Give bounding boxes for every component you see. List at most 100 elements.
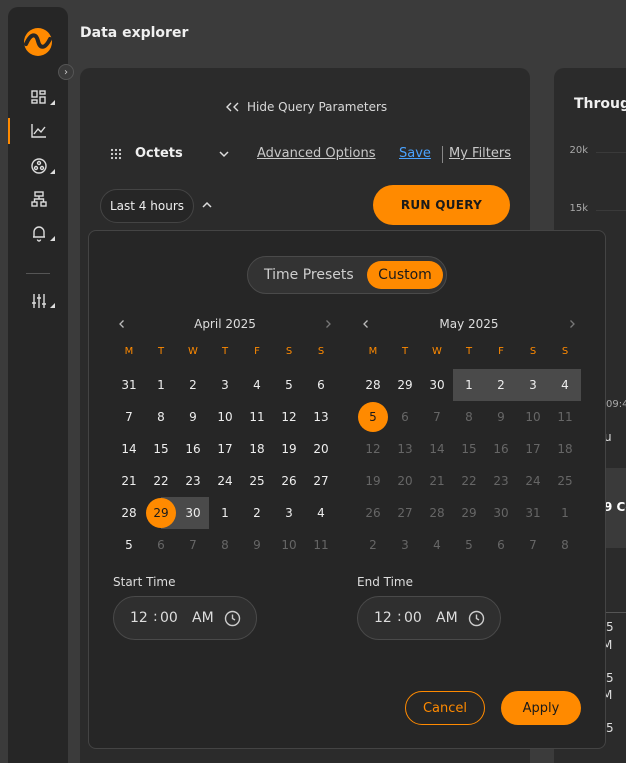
chart-icon[interactable] <box>30 122 48 140</box>
sliders-icon[interactable] <box>30 292 48 310</box>
calendar-day[interactable]: 22 <box>145 465 177 497</box>
calendar-day[interactable]: 31 <box>113 369 145 401</box>
end-time-input[interactable]: 12 : 00 AM <box>357 596 501 640</box>
calendar-day[interactable]: 3 <box>517 369 549 401</box>
double-chevron-left-icon <box>226 102 239 112</box>
calendar-day[interactable]: 4 <box>549 369 581 401</box>
calendar-day[interactable]: 21 <box>113 465 145 497</box>
calendar-day[interactable]: 25 <box>241 465 273 497</box>
calendar-day[interactable]: 15 <box>145 433 177 465</box>
calendar-day[interactable]: 4 <box>305 497 337 529</box>
calendar-day[interactable]: 5 <box>273 369 305 401</box>
calendar-day[interactable]: 5 <box>113 529 145 561</box>
apply-button[interactable]: Apply <box>501 691 581 725</box>
calendar-day-number: 25 <box>557 474 573 488</box>
y-tick: 15k <box>569 203 588 214</box>
tab-time-presets[interactable]: Time Presets <box>264 267 354 283</box>
run-query-button[interactable]: RUN QUERY <box>373 185 510 225</box>
calendar-day[interactable]: 1 <box>209 497 241 529</box>
metric-select[interactable]: Octets <box>135 146 183 161</box>
calendar-days: 28 29 30 1 2 3 4 5 6 7 8 9 10 11 12 13 14 15 16 17 18 19 20 21 2… <box>357 369 581 561</box>
calendar-day[interactable]: 2 <box>241 497 273 529</box>
end-hour[interactable]: 12 <box>374 610 392 626</box>
network-icon[interactable] <box>30 157 48 175</box>
calendar-day-number: 14 <box>121 442 137 456</box>
start-hour[interactable]: 12 <box>130 610 148 626</box>
time-range-button[interactable]: Last 4 hours <box>100 189 194 223</box>
calendar-day[interactable]: 8 <box>145 401 177 433</box>
calendar-day[interactable]: 17 <box>209 433 241 465</box>
calendar-day[interactable]: 5 <box>357 401 389 433</box>
advanced-options-link[interactable]: Advanced Options <box>257 146 376 161</box>
chevron-right-icon[interactable] <box>567 319 577 329</box>
calendar-day-number: 8 <box>561 538 569 552</box>
my-filters-link[interactable]: My Filters <box>449 146 511 161</box>
calendar-day[interactable]: 4 <box>241 369 273 401</box>
calendar-day[interactable]: 23 <box>177 465 209 497</box>
calendar-day[interactable]: 3 <box>209 369 241 401</box>
throughput-title: Throughput <box>574 96 626 112</box>
calendar-day[interactable]: 26 <box>273 465 305 497</box>
sidebar-collapse-button[interactable]: › <box>58 64 74 80</box>
hide-query-parameters-link[interactable]: Hide Query Parameters <box>225 100 387 114</box>
calendar-day[interactable]: 14 <box>113 433 145 465</box>
calendar-day[interactable]: 18 <box>241 433 273 465</box>
calendar-day[interactable]: 9 <box>177 401 209 433</box>
calendar-day[interactable]: 2 <box>177 369 209 401</box>
tab-custom[interactable]: Custom <box>367 261 443 289</box>
calendar-day[interactable]: 29 <box>145 497 177 529</box>
calendar-day[interactable]: 29 <box>389 369 421 401</box>
calendar-day[interactable]: 28 <box>357 369 389 401</box>
end-ampm[interactable]: AM <box>436 610 458 626</box>
time-colon: : <box>397 609 402 625</box>
cancel-button[interactable]: Cancel <box>405 691 485 725</box>
calendar-day-number: 16 <box>493 442 509 456</box>
chevron-right-icon[interactable] <box>323 319 333 329</box>
calendar-day-number: 5 <box>369 410 377 424</box>
start-ampm[interactable]: AM <box>192 610 214 626</box>
calendar-day[interactable]: 1 <box>453 369 485 401</box>
calendar-day[interactable]: 20 <box>305 433 337 465</box>
calendar-day-number: 2 <box>189 378 197 392</box>
drag-grid-icon <box>110 148 122 160</box>
table-cell: 5 <box>606 620 614 634</box>
calendar-day[interactable]: 3 <box>273 497 305 529</box>
calendar-day-number: 6 <box>317 378 325 392</box>
calendar-day[interactable]: 16 <box>177 433 209 465</box>
save-link[interactable]: Save <box>399 146 431 161</box>
dashboard-icon[interactable] <box>30 89 48 107</box>
chevron-up-icon[interactable] <box>201 199 213 211</box>
calendar-day[interactable]: 19 <box>273 433 305 465</box>
end-minute[interactable]: 00 <box>404 610 422 626</box>
end-time-label: End Time <box>357 575 413 589</box>
calendar-day[interactable]: 2 <box>485 369 517 401</box>
calendar-day[interactable]: 1 <box>145 369 177 401</box>
calendar-day-number: 26 <box>365 506 381 520</box>
calendar-day[interactable]: 24 <box>209 465 241 497</box>
calendar-day[interactable]: 11 <box>241 401 273 433</box>
calendar-day[interactable]: 13 <box>305 401 337 433</box>
weekday-label: W <box>188 346 198 357</box>
calendar-day-number: 16 <box>185 442 201 456</box>
topology-icon[interactable] <box>30 190 48 208</box>
calendar-day[interactable]: 12 <box>273 401 305 433</box>
calendar-day[interactable]: 30 <box>421 369 453 401</box>
calendar-day[interactable]: 30 <box>177 497 209 529</box>
chevron-down-icon[interactable] <box>218 148 230 160</box>
bell-icon[interactable] <box>30 224 48 242</box>
calendar-april: April 2025 MTWTFSS 31 1 2 3 4 5 6 7 8 9 10 11 12 13 14… <box>113 316 337 561</box>
calendar-day-number: 6 <box>497 538 505 552</box>
start-minute[interactable]: 00 <box>160 610 178 626</box>
clock-icon[interactable] <box>224 610 241 627</box>
calendar-day[interactable]: 27 <box>305 465 337 497</box>
logo-icon[interactable] <box>23 27 53 57</box>
calendar-day[interactable]: 28 <box>113 497 145 529</box>
calendar-day[interactable]: 7 <box>113 401 145 433</box>
start-time-input[interactable]: 12 : 00 AM <box>113 596 257 640</box>
clock-icon[interactable] <box>468 610 485 627</box>
calendar-day-number: 3 <box>285 506 293 520</box>
calendar-day[interactable]: 6 <box>305 369 337 401</box>
calendar-day[interactable]: 10 <box>209 401 241 433</box>
calendar-day-number: 11 <box>249 410 265 424</box>
sidebar: › <box>8 7 74 763</box>
